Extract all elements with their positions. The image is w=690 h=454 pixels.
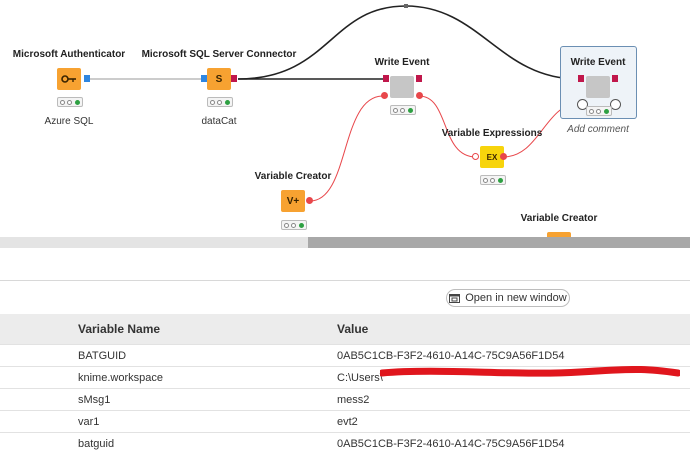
variable-value-cell: 0AB5C1CB-F3F2-4610-A14C-75C9A56F1D54 bbox=[337, 345, 690, 367]
node-title-ms-authenticator: Microsoft Authenticator bbox=[13, 49, 125, 60]
flow-variable-wire[interactable] bbox=[419, 96, 476, 157]
variable-value-cell: evt2 bbox=[337, 411, 690, 433]
panel-divider[interactable] bbox=[0, 280, 690, 281]
add-comment-link[interactable]: Add comment bbox=[567, 124, 629, 135]
node-status-traffic-light bbox=[57, 97, 83, 107]
bendpoint-handle[interactable] bbox=[404, 4, 408, 8]
flow-variables-table: Variable Name Value BATGUID 0AB5C1CB-F3F… bbox=[0, 314, 690, 454]
table-row[interactable]: BATGUID 0AB5C1CB-F3F2-4610-A14C-75C9A56F… bbox=[0, 345, 690, 367]
output-port[interactable] bbox=[84, 75, 90, 82]
variable-creator-node[interactable]: V+ bbox=[281, 190, 305, 212]
input-port[interactable] bbox=[578, 75, 584, 82]
external-window-icon bbox=[449, 294, 460, 303]
node-status-traffic-light bbox=[390, 105, 416, 115]
horizontal-scrollbar-thumb[interactable] bbox=[308, 237, 690, 248]
variable-name-cell: knime.workspace bbox=[0, 367, 337, 389]
node-status-traffic-light bbox=[480, 175, 506, 185]
variable-name-cell: BATGUID bbox=[0, 345, 337, 367]
variable-name-cell: batguid bbox=[0, 433, 337, 454]
flow-variable-input-port[interactable] bbox=[381, 92, 388, 99]
variable-name-cell: sMsg1 bbox=[0, 389, 337, 411]
key-icon bbox=[57, 68, 81, 90]
node-status-traffic-light bbox=[207, 97, 233, 107]
write-event-node[interactable] bbox=[586, 76, 610, 98]
node-caption-azure-sql[interactable]: Azure SQL bbox=[45, 116, 94, 127]
open-in-new-window-button[interactable]: Open in new window bbox=[446, 289, 570, 307]
connection-wire[interactable] bbox=[238, 6, 578, 79]
write-event-node[interactable] bbox=[390, 76, 414, 98]
node-title-write-event: Write Event bbox=[571, 57, 626, 68]
flow-variable-output-port[interactable] bbox=[306, 197, 313, 204]
output-port[interactable] bbox=[416, 75, 422, 82]
variable-value-cell: mess2 bbox=[337, 389, 690, 411]
node-title-variable-creator: Variable Creator bbox=[255, 171, 332, 182]
node-caption-datacat[interactable]: dataCat bbox=[201, 116, 236, 127]
column-header-variable-name[interactable]: Variable Name bbox=[0, 314, 337, 345]
variable-plus-icon: V+ bbox=[281, 190, 305, 212]
table-row[interactable]: sMsg1 mess2 bbox=[0, 389, 690, 411]
input-port[interactable] bbox=[383, 75, 389, 82]
node-title-variable-creator: Variable Creator bbox=[521, 213, 598, 224]
table-header-row: Variable Name Value bbox=[0, 314, 690, 345]
redaction-mark bbox=[380, 366, 680, 378]
flow-variable-input-port[interactable] bbox=[472, 153, 479, 160]
output-port[interactable] bbox=[612, 75, 618, 82]
open-in-new-window-label: Open in new window bbox=[465, 292, 567, 304]
database-icon: S bbox=[207, 68, 231, 90]
column-header-value[interactable]: Value bbox=[337, 314, 690, 345]
flow-variable-wire[interactable] bbox=[310, 96, 383, 201]
table-row[interactable]: var1 evt2 bbox=[0, 411, 690, 433]
workflow-canvas[interactable]: Microsoft Authenticator Azure SQL Micros… bbox=[0, 0, 690, 248]
variable-value-cell: 0AB5C1CB-F3F2-4610-A14C-75C9A56F1D54 bbox=[337, 433, 690, 454]
table-row[interactable]: batguid 0AB5C1CB-F3F2-4610-A14C-75C9A56F… bbox=[0, 433, 690, 454]
ms-authenticator-node[interactable] bbox=[57, 68, 81, 90]
sql-connector-node[interactable]: S bbox=[207, 68, 231, 90]
variable-name-cell: var1 bbox=[0, 411, 337, 433]
output-port[interactable] bbox=[231, 75, 237, 82]
node-title-write-event: Write Event bbox=[375, 57, 430, 68]
node-title-sql-connector: Microsoft SQL Server Connector bbox=[142, 49, 297, 60]
node-status-traffic-light bbox=[586, 106, 612, 116]
node-status-traffic-light bbox=[281, 220, 307, 230]
flow-variable-output-port[interactable] bbox=[500, 153, 507, 160]
flow-variable-output-port[interactable] bbox=[416, 92, 423, 99]
node-title-variable-expressions: Variable Expressions bbox=[442, 128, 543, 139]
